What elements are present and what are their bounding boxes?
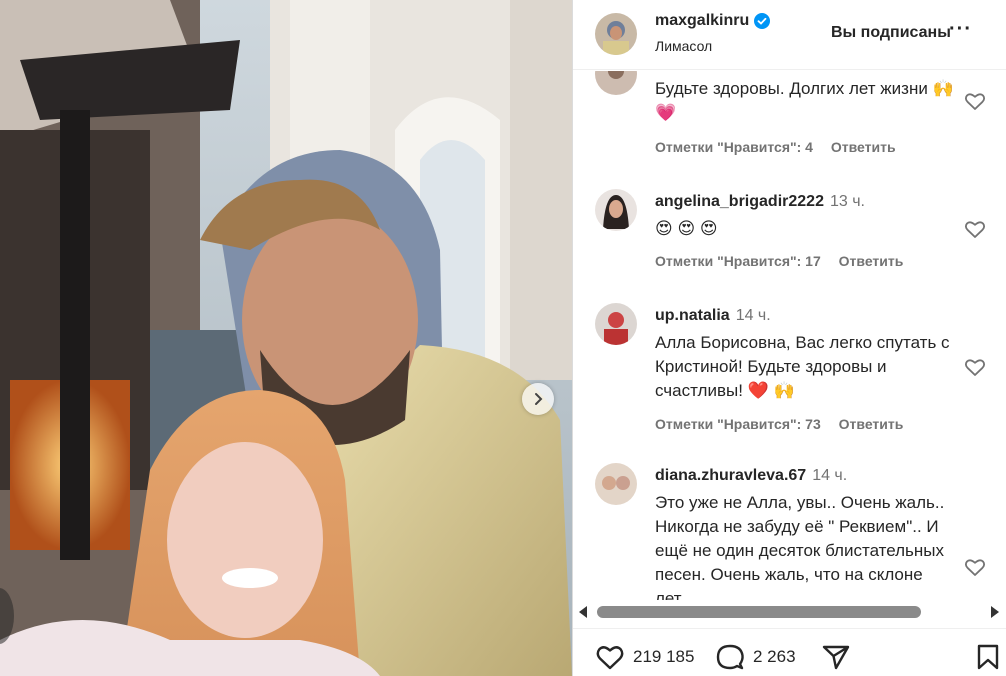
comment-likes[interactable]: Отметки "Нравится": 73 <box>655 416 821 432</box>
like-comment-heart-icon[interactable] <box>963 217 987 241</box>
commenter-avatar[interactable] <box>595 463 637 505</box>
post-photo <box>0 0 572 676</box>
bookmark-icon[interactable] <box>975 643 1001 671</box>
commenter-username[interactable]: up.natalia <box>655 307 730 324</box>
comment-meta: Отметки "Нравится": 17 Ответить <box>655 253 917 269</box>
paper-plane-icon[interactable] <box>821 643 851 671</box>
like-comment-heart-icon[interactable] <box>963 89 987 113</box>
more-options-icon[interactable]: ··· <box>949 18 972 41</box>
reply-button[interactable]: Ответить <box>839 253 904 269</box>
comment-likes[interactable]: Отметки "Нравится": 17 <box>655 253 821 269</box>
horizontal-scrollbar[interactable] <box>573 600 1006 624</box>
author-username-row[interactable]: maxgalkinru <box>655 12 771 30</box>
commenter-avatar[interactable] <box>595 303 637 345</box>
comment-text: Это уже не Алла, увы.. Очень жаль.. Нико… <box>655 493 945 601</box>
share-action[interactable] <box>821 643 851 671</box>
comment-action[interactable]: 2 263 <box>715 643 796 671</box>
commenter-avatar[interactable] <box>595 189 637 231</box>
comment-text: Алла Борисовна, Вас легко спутать с Крис… <box>655 333 950 400</box>
comment-meta: Отметки "Нравится": 73 Ответить <box>655 416 917 432</box>
like-comment-heart-icon[interactable] <box>963 555 987 579</box>
reply-button[interactable]: Ответить <box>839 416 904 432</box>
verified-badge-icon <box>754 13 771 29</box>
comment-text: Будьте здоровы. Долгих лет жизни 🙌 💗 <box>655 79 954 122</box>
scroll-right-arrow-icon[interactable] <box>991 606 999 618</box>
likes-count[interactable]: 219 185 <box>633 647 694 667</box>
comment-time[interactable]: 13 ч. <box>830 193 865 210</box>
comment-likes[interactable]: Отметки "Нравится": 4 <box>655 139 813 155</box>
commenter-username-row: diana.zhuravleva.67 14 ч. <box>655 467 847 485</box>
comments-count[interactable]: 2 263 <box>753 647 796 667</box>
commenter-avatar[interactable] <box>595 71 637 95</box>
post-side-panel: maxgalkinru Лимасол Вы подписаны ··· Буд… <box>572 0 1006 676</box>
comment-time[interactable]: 14 ч. <box>812 467 847 484</box>
comment-meta: Отметки "Нравится": 4 Ответить <box>655 139 910 155</box>
post-location[interactable]: Лимасол <box>655 38 712 54</box>
post-header: maxgalkinru Лимасол Вы подписаны ··· <box>573 0 1006 70</box>
post-image <box>0 0 572 676</box>
commenter-username-row: angelina_brigadir2222 13 ч. <box>655 193 865 211</box>
scrollbar-thumb[interactable] <box>597 606 921 618</box>
chevron-right-icon <box>535 393 543 405</box>
like-comment-heart-icon[interactable] <box>963 355 987 379</box>
reply-button[interactable]: Ответить <box>831 139 896 155</box>
next-image-button[interactable] <box>522 383 554 415</box>
commenter-username[interactable]: diana.zhuravleva.67 <box>655 467 806 484</box>
following-button[interactable]: Вы подписаны <box>831 24 951 42</box>
scroll-left-arrow-icon[interactable] <box>579 606 587 618</box>
comment-time[interactable]: 14 ч. <box>736 307 771 324</box>
commenter-username-row: up.natalia 14 ч. <box>655 307 771 325</box>
comment-text: 😍 😍 😍 <box>655 219 718 238</box>
author-avatar[interactable] <box>595 13 637 55</box>
comments-list[interactable]: Будьте здоровы. Долгих лет жизни 🙌 💗 Отм… <box>573 71 1006 601</box>
post-actions-bar: 219 185 2 263 <box>573 628 1006 676</box>
like-action[interactable]: 219 185 <box>595 643 694 671</box>
save-action[interactable] <box>975 643 1001 671</box>
comment-bubble-icon[interactable] <box>715 643 745 671</box>
author-username[interactable]: maxgalkinru <box>655 12 749 30</box>
commenter-username[interactable]: angelina_brigadir2222 <box>655 193 824 210</box>
heart-icon[interactable] <box>595 643 625 671</box>
